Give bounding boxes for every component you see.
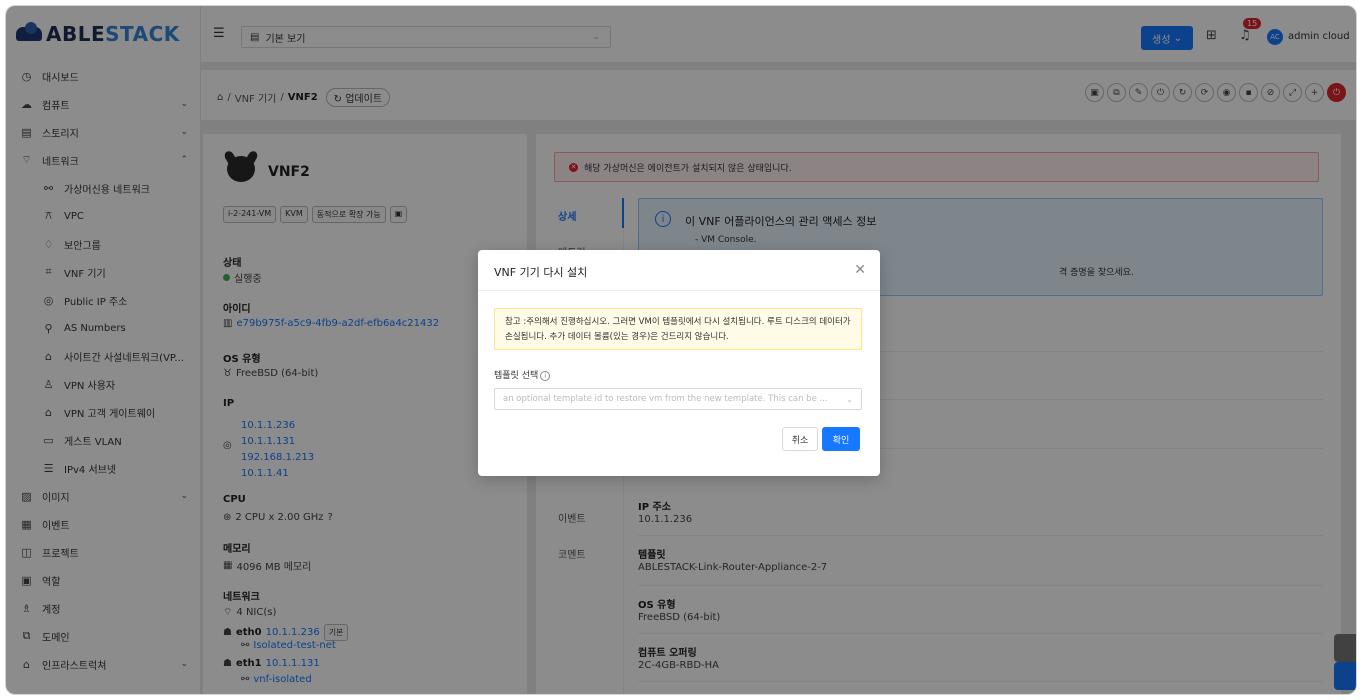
template-label-text: 템플릿 선택 (494, 371, 539, 381)
confirm-button[interactable]: 확인 (822, 427, 860, 451)
reinstall-dialog: VNF 기기 다시 설치 ✕ 참고 :주의해서 진행하십시오. 그러면 VM이 … (478, 250, 880, 476)
template-select[interactable]: an optional template id to restore vm fr… (494, 388, 862, 410)
close-icon[interactable]: ✕ (854, 262, 866, 278)
dialog-divider (478, 290, 880, 291)
dialog-title: VNF 기기 다시 설치 (494, 266, 588, 279)
dialog-warning: 참고 :주의해서 진행하십시오. 그러면 VM이 템플릿에서 다시 설치됩니다.… (494, 308, 862, 350)
template-label: 템플릿 선택 i (494, 368, 551, 381)
cancel-button[interactable]: 취소 (782, 427, 818, 451)
chevron-down-icon: ⌄ (846, 394, 853, 404)
template-select-placeholder: an optional template id to restore vm fr… (503, 394, 828, 404)
info-circle-icon[interactable]: i (540, 371, 551, 381)
